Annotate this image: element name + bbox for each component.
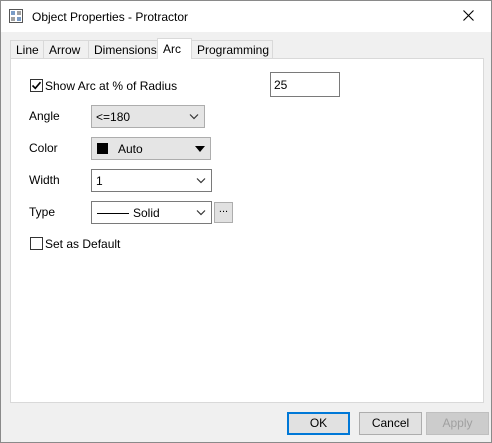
color-dropdown[interactable]: Auto (91, 137, 211, 160)
angle-label: Angle (29, 109, 60, 123)
type-label: Type (29, 205, 56, 219)
tab-arc[interactable]: Arc (157, 38, 192, 59)
apply-button[interactable]: Apply (426, 412, 489, 435)
color-swatch (97, 143, 108, 154)
show-arc-checkbox[interactable] (30, 79, 43, 92)
checkmark-icon (31, 81, 42, 90)
chevron-down-icon (196, 178, 206, 184)
angle-value: <=180 (96, 110, 131, 124)
tab-line[interactable]: Line (10, 40, 44, 58)
type-dropdown[interactable]: Solid (91, 201, 212, 224)
ok-button[interactable]: OK (287, 412, 350, 435)
chevron-down-icon (196, 210, 206, 216)
set-default-checkbox[interactable] (30, 237, 43, 250)
chevron-down-icon (189, 114, 199, 120)
close-button[interactable] (445, 1, 491, 32)
tab-arrow[interactable]: Arrow (43, 40, 89, 58)
close-icon (462, 9, 474, 24)
title-bar: Object Properties - Protractor (1, 1, 491, 32)
angle-dropdown[interactable]: <=180 (91, 105, 205, 128)
width-dropdown[interactable]: 1 (91, 169, 212, 192)
cancel-button[interactable]: Cancel (359, 412, 422, 435)
window-title: Object Properties - Protractor (32, 10, 189, 24)
triangle-down-icon (195, 146, 205, 152)
solid-line-sample (97, 213, 129, 214)
tab-dimensions[interactable]: Dimensions (88, 40, 158, 58)
color-label: Color (29, 141, 58, 155)
object-properties-icon (9, 9, 23, 23)
width-label: Width (29, 173, 60, 187)
dialog-window: Object Properties - Protractor Line Arro… (0, 0, 492, 443)
set-default-label: Set as Default (45, 237, 121, 251)
type-options-button[interactable]: ... (214, 202, 233, 223)
tab-programming[interactable]: Programming (191, 40, 273, 58)
width-value: 1 (96, 174, 103, 188)
show-arc-label: Show Arc at % of Radius (45, 79, 178, 93)
color-value: Auto (118, 142, 143, 156)
type-value: Solid (133, 206, 160, 220)
radius-percent-input[interactable] (270, 72, 340, 97)
arc-tab-panel: Show Arc at % of Radius Angle <=180 Colo… (10, 58, 484, 403)
